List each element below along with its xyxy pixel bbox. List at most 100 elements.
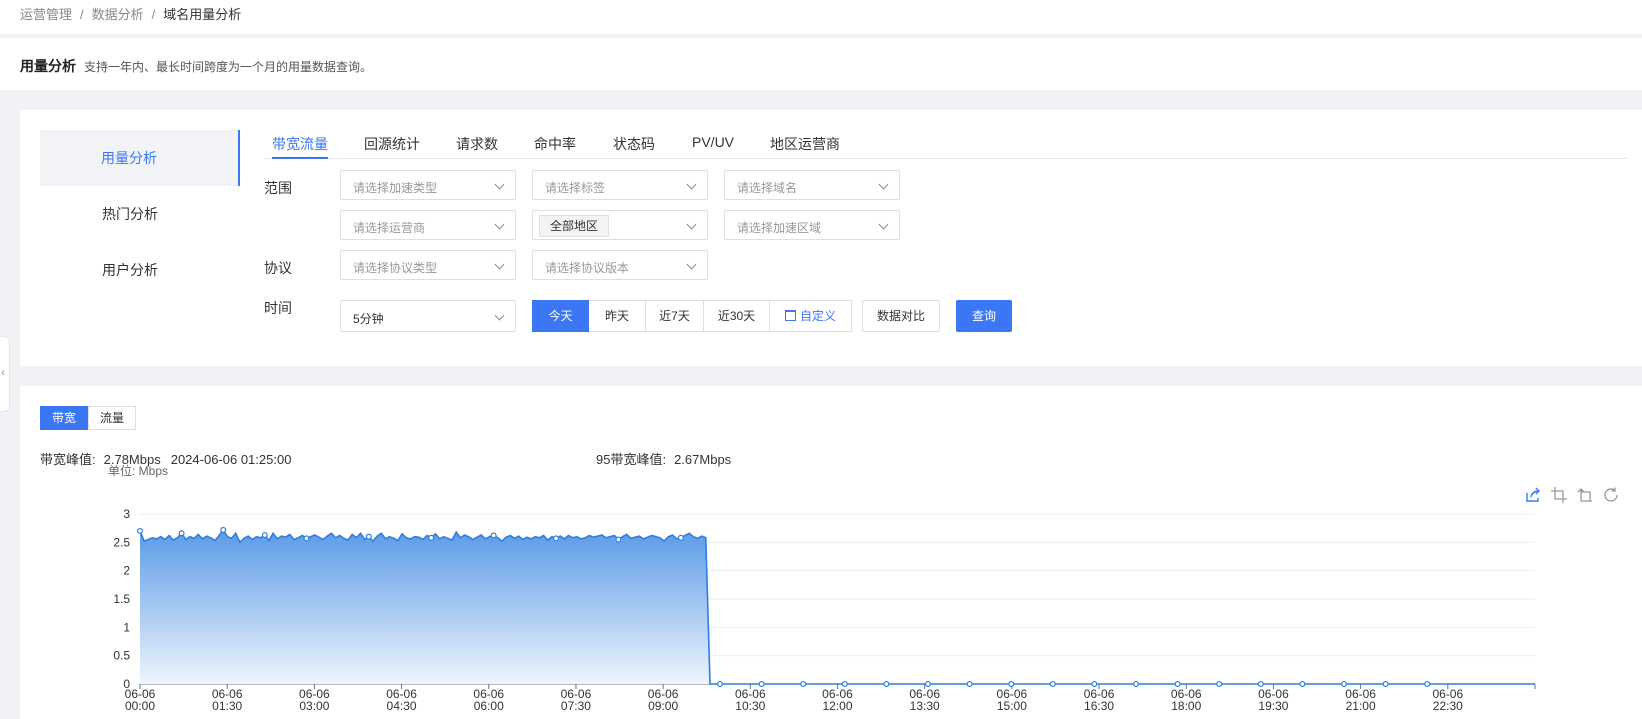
protocol-label: 协议 xyxy=(264,260,292,276)
chevron-down-icon xyxy=(494,219,505,230)
x-tick-label: 03:00 xyxy=(299,699,329,713)
x-tick-label: 10:30 xyxy=(735,699,765,713)
data-point xyxy=(1257,681,1264,688)
bandwidth-chart: 单位: Mbps 00.511.522.53 06-0600:0006-0601… xyxy=(108,463,1536,713)
time-label: 时间 xyxy=(264,300,292,316)
chevron-left-icon: ‹ xyxy=(1,365,5,379)
breadcrumb-separator: / xyxy=(80,7,84,22)
data-point xyxy=(365,533,372,540)
isp-select[interactable]: 请选择运营商 xyxy=(340,210,516,240)
protocol-version-select[interactable]: 请选择协议版本 xyxy=(532,250,708,280)
x-tick-label: 15:00 xyxy=(997,699,1027,713)
region-select[interactable]: 全部地区 xyxy=(532,210,708,240)
placeholder: 请选择协议类型 xyxy=(353,261,438,275)
x-tick-label: 18:00 xyxy=(1171,699,1201,713)
today-button[interactable]: 今天 xyxy=(532,300,589,332)
query-button[interactable]: 查询 xyxy=(956,300,1012,332)
placeholder: 请选择加速类型 xyxy=(353,181,438,195)
tag-select[interactable]: 请选择标签 xyxy=(532,170,708,200)
calendar-icon xyxy=(784,310,796,321)
data-point xyxy=(924,681,931,688)
chevron-down-icon xyxy=(686,219,697,230)
granularity-select[interactable]: 5分钟 xyxy=(340,300,516,332)
data-point xyxy=(1299,681,1306,688)
data-point xyxy=(220,526,227,533)
tab-origin[interactable]: 回源统计 xyxy=(364,134,420,157)
last-7-days-button[interactable]: 近7天 xyxy=(646,300,704,332)
placeholder: 请选择加速区域 xyxy=(737,221,822,235)
data-point xyxy=(1132,681,1139,688)
nav-item-hot[interactable]: 热门分析 xyxy=(40,186,240,242)
nav-item-user[interactable]: 用户分析 xyxy=(40,242,240,298)
chevron-down-icon xyxy=(494,310,505,321)
placeholder: 请选择域名 xyxy=(737,181,798,195)
tab-status-code[interactable]: 状态码 xyxy=(613,134,655,157)
data-point xyxy=(615,536,622,543)
tab-pv-uv[interactable]: PV/UV xyxy=(692,134,734,157)
page-title: 用量分析 xyxy=(20,58,76,74)
breadcrumb: 运营管理 / 数据分析 / 域名用量分析 xyxy=(20,4,241,23)
x-tick-label: 04:30 xyxy=(387,699,417,713)
data-point xyxy=(716,681,723,688)
placeholder: 请选择标签 xyxy=(545,181,606,195)
last-30-days-button[interactable]: 近30天 xyxy=(704,300,770,332)
compare-button[interactable]: 数据对比 xyxy=(862,300,940,332)
x-tick-label: 01:30 xyxy=(212,699,242,713)
x-tick-label: 19:30 xyxy=(1258,699,1288,713)
x-tick-label: 07:30 xyxy=(561,699,591,713)
data-point xyxy=(966,681,973,688)
tab-region-isp[interactable]: 地区运营商 xyxy=(770,134,840,157)
breadcrumb-current: 域名用量分析 xyxy=(163,7,242,22)
data-point xyxy=(428,534,435,541)
x-tick-label: 09:00 xyxy=(648,699,678,713)
time-range-group: 今天 昨天 近7天 近30天 自定义 xyxy=(532,300,852,332)
accel-type-select[interactable]: 请选择加速类型 xyxy=(340,170,516,200)
data-point xyxy=(800,681,807,688)
y-tick-label: 1.5 xyxy=(113,592,130,606)
x-tick-label: 16:30 xyxy=(1084,699,1114,713)
placeholder: 请选择运营商 xyxy=(353,221,426,235)
y-tick-label: 2 xyxy=(123,564,130,578)
x-tick-label: 13:30 xyxy=(910,699,940,713)
y-tick-label: 1 xyxy=(123,620,130,634)
page-description: 支持一年内、最长时间跨度为一个月的用量数据查询。 xyxy=(84,60,373,74)
nav-item-usage[interactable]: 用量分析 xyxy=(40,130,240,186)
data-point xyxy=(490,532,497,539)
tab-hit-rate[interactable]: 命中率 xyxy=(534,134,576,157)
data-point xyxy=(303,535,310,542)
domain-select[interactable]: 请选择域名 xyxy=(724,170,900,200)
x-tick-label: 00:00 xyxy=(125,699,155,713)
protocol-type-select[interactable]: 请选择协议类型 xyxy=(340,250,516,280)
selected-value: 5分钟 xyxy=(353,312,384,326)
tab-requests[interactable]: 请求数 xyxy=(456,134,498,157)
breadcrumb-separator: / xyxy=(151,7,156,22)
data-point xyxy=(1382,681,1389,688)
accel-region-select[interactable]: 请选择加速区域 xyxy=(724,210,900,240)
filter-card: 用量分析 热门分析 用户分析 带宽流量 回源统计 请求数 命中率 状态码 PV/… xyxy=(20,110,1642,366)
scope-label: 范围 xyxy=(264,180,292,196)
x-axis: 06-0600:0006-0601:3006-0603:0006-0604:30… xyxy=(125,683,1536,713)
metric-tabs: 带宽流量 回源统计 请求数 命中率 状态码 PV/UV 地区运营商 xyxy=(264,125,1628,159)
x-tick-label: 21:00 xyxy=(1346,699,1376,713)
data-point xyxy=(758,681,765,688)
breadcrumb-item[interactable]: 运营管理 xyxy=(20,7,72,22)
data-point xyxy=(1340,681,1347,688)
series-area xyxy=(140,529,710,684)
data-point xyxy=(553,535,560,542)
chart-plot xyxy=(137,526,1535,688)
data-point xyxy=(1174,681,1181,688)
custom-range-label: 自定义 xyxy=(799,309,836,323)
yesterday-button[interactable]: 昨天 xyxy=(589,300,646,332)
placeholder: 请选择协议版本 xyxy=(545,261,630,275)
tab-bandwidth[interactable]: 带宽流量 xyxy=(272,134,328,159)
data-point xyxy=(178,530,185,537)
x-tick-label: 22:30 xyxy=(1433,699,1463,713)
breadcrumb-item[interactable]: 数据分析 xyxy=(92,7,144,22)
y-tick-label: 0.5 xyxy=(113,649,130,663)
y-axis: 00.511.522.53 xyxy=(113,507,130,691)
custom-range-button[interactable]: 自定义 xyxy=(770,300,852,332)
chart-unit-label: 单位: Mbps xyxy=(108,463,168,478)
data-point xyxy=(1424,681,1431,688)
region-tag: 全部地区 xyxy=(539,215,610,237)
data-point xyxy=(677,534,684,541)
